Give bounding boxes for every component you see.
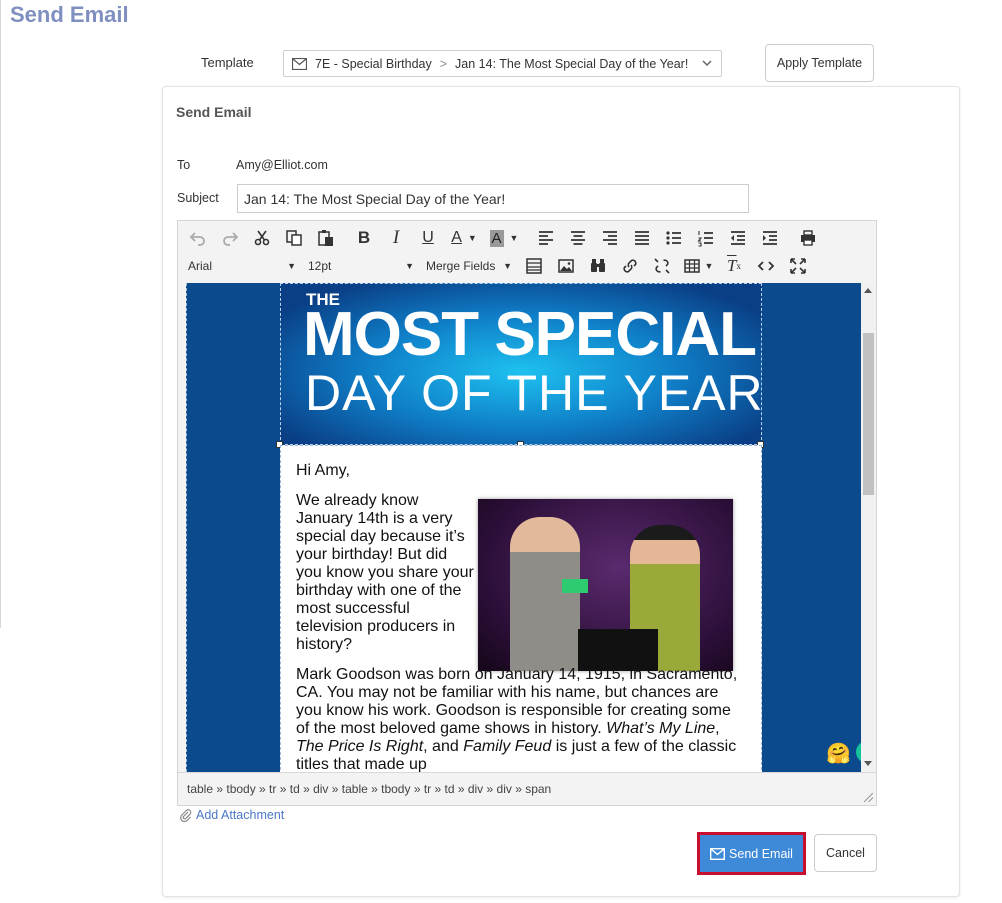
to-value: Amy@Elliot.com bbox=[236, 158, 328, 172]
link-icon[interactable] bbox=[614, 253, 646, 279]
merge-fields-label: Merge Fields bbox=[426, 259, 496, 273]
envelope-icon bbox=[710, 847, 726, 860]
envelope-icon bbox=[292, 57, 307, 70]
game-show-photo bbox=[478, 499, 733, 671]
bold-icon[interactable]: B bbox=[348, 225, 380, 251]
template-separator: > bbox=[439, 56, 448, 71]
send-email-button[interactable]: Send Email bbox=[697, 832, 806, 875]
emoji-icon[interactable]: 🤗 bbox=[826, 741, 851, 766]
editor-scrollbar[interactable] bbox=[861, 283, 876, 772]
toolbar-row-1: B I U A ▼ A ▼ bbox=[182, 224, 824, 252]
redo-icon[interactable] bbox=[214, 225, 246, 251]
align-center-icon[interactable] bbox=[562, 225, 594, 251]
subject-input[interactable] bbox=[237, 184, 749, 213]
paperclip-icon bbox=[180, 808, 192, 822]
template-name: Jan 14: The Most Special Day of the Year… bbox=[455, 56, 689, 71]
rich-text-editor: B I U A ▼ A ▼ Arial ▼ 12pt ▼ Merge Fields ▼ bbox=[177, 220, 877, 806]
align-right-icon[interactable] bbox=[594, 225, 626, 251]
numbered-list-icon[interactable] bbox=[690, 225, 722, 251]
add-attachment-label: Add Attachment bbox=[196, 808, 285, 822]
font-size-value: 12pt bbox=[308, 259, 332, 273]
table-icon[interactable]: ▼ bbox=[678, 253, 718, 279]
hero-banner: THE MOST SPECIAL DAY OF THE YEAR! bbox=[280, 283, 762, 445]
left-border bbox=[0, 0, 1, 628]
scroll-up-arrow-icon[interactable] bbox=[864, 288, 872, 293]
source-code-icon[interactable] bbox=[750, 253, 782, 279]
font-family-select[interactable]: Arial ▼ bbox=[182, 254, 302, 278]
template-icon[interactable] bbox=[518, 253, 550, 279]
indent-icon[interactable] bbox=[754, 225, 786, 251]
template-label: Template bbox=[201, 55, 254, 70]
question-card bbox=[562, 579, 588, 593]
resize-grip-icon[interactable] bbox=[864, 793, 873, 802]
p2-show-1: What’s My Line bbox=[606, 720, 716, 737]
merge-fields-select[interactable]: Merge Fields ▼ bbox=[420, 254, 518, 278]
p2-comma-2: , and bbox=[423, 738, 459, 755]
element-path: table » tbody » tr » td » div » table » … bbox=[187, 782, 552, 796]
p2-show-2: The Price Is Right bbox=[296, 738, 424, 755]
chevron-down-icon: ▼ bbox=[405, 261, 414, 271]
page-title: Send Email bbox=[10, 2, 129, 27]
font-family-value: Arial bbox=[188, 259, 213, 273]
bullet-list-icon[interactable] bbox=[658, 225, 690, 251]
copy-icon[interactable] bbox=[278, 225, 310, 251]
underline-icon[interactable]: U bbox=[412, 225, 444, 251]
element-path-statusbar: table » tbody » tr » td » div » table » … bbox=[178, 772, 876, 805]
justify-icon[interactable] bbox=[626, 225, 658, 251]
hero-line-1: MOST SPECIAL bbox=[303, 300, 757, 369]
apply-template-button[interactable]: Apply Template bbox=[765, 44, 874, 82]
align-left-icon[interactable] bbox=[530, 225, 562, 251]
toolbar-row-2: Arial ▼ 12pt ▼ Merge Fields ▼ ▼ Tx bbox=[182, 252, 814, 280]
template-category: 7E - Special Birthday bbox=[315, 56, 432, 71]
email-greeting: Hi Amy, bbox=[296, 462, 350, 479]
background-color-icon[interactable]: A ▼ bbox=[484, 225, 524, 251]
scroll-down-arrow-icon[interactable] bbox=[864, 761, 872, 766]
template-select[interactable]: 7E - Special Birthday > Jan 14: The Most… bbox=[283, 50, 722, 77]
outdent-icon[interactable] bbox=[722, 225, 754, 251]
paste-icon[interactable] bbox=[310, 225, 342, 251]
find-icon[interactable] bbox=[582, 253, 614, 279]
cut-icon[interactable] bbox=[246, 225, 278, 251]
print-icon[interactable] bbox=[792, 225, 824, 251]
chevron-down-icon bbox=[701, 56, 713, 73]
email-body-canvas[interactable]: THE MOST SPECIAL DAY OF THE YEAR! Hi Amy… bbox=[186, 283, 861, 772]
font-color-icon[interactable]: A ▼ bbox=[444, 225, 484, 251]
p2-comma-1: , bbox=[715, 720, 720, 737]
email-body-panel[interactable]: Hi Amy, We already know January 14th is … bbox=[280, 445, 762, 772]
host-figure bbox=[510, 517, 580, 671]
clear-format-icon[interactable]: Tx bbox=[718, 253, 750, 279]
p2-show-3: Family Feud bbox=[463, 738, 552, 755]
subject-label: Subject bbox=[177, 191, 219, 205]
cancel-button[interactable]: Cancel bbox=[814, 834, 877, 872]
email-paragraph-1: We already know January 14th is a very s… bbox=[296, 492, 474, 653]
scroll-thumb[interactable] bbox=[863, 333, 874, 495]
font-size-select[interactable]: 12pt ▼ bbox=[302, 254, 420, 278]
card-title: Send Email bbox=[176, 104, 252, 120]
to-label: To bbox=[177, 158, 191, 172]
hero-line-2: DAY OF THE YEAR! bbox=[305, 365, 762, 421]
italic-icon[interactable]: I bbox=[380, 225, 412, 251]
editor-toolbar: B I U A ▼ A ▼ Arial ▼ 12pt ▼ Merge Fields ▼ bbox=[178, 221, 876, 283]
unlink-icon[interactable] bbox=[646, 253, 678, 279]
send-email-label: Send Email bbox=[729, 846, 793, 861]
add-attachment-link[interactable]: Add Attachment bbox=[180, 808, 284, 822]
image-icon[interactable] bbox=[550, 253, 582, 279]
chevron-down-icon: ▼ bbox=[287, 261, 296, 271]
undo-icon[interactable] bbox=[182, 225, 214, 251]
chevron-down-icon: ▼ bbox=[503, 261, 512, 271]
email-paragraph-2: Mark Goodson was born on January 14, 191… bbox=[296, 666, 746, 772]
fullscreen-icon[interactable] bbox=[782, 253, 814, 279]
podium bbox=[578, 629, 658, 671]
